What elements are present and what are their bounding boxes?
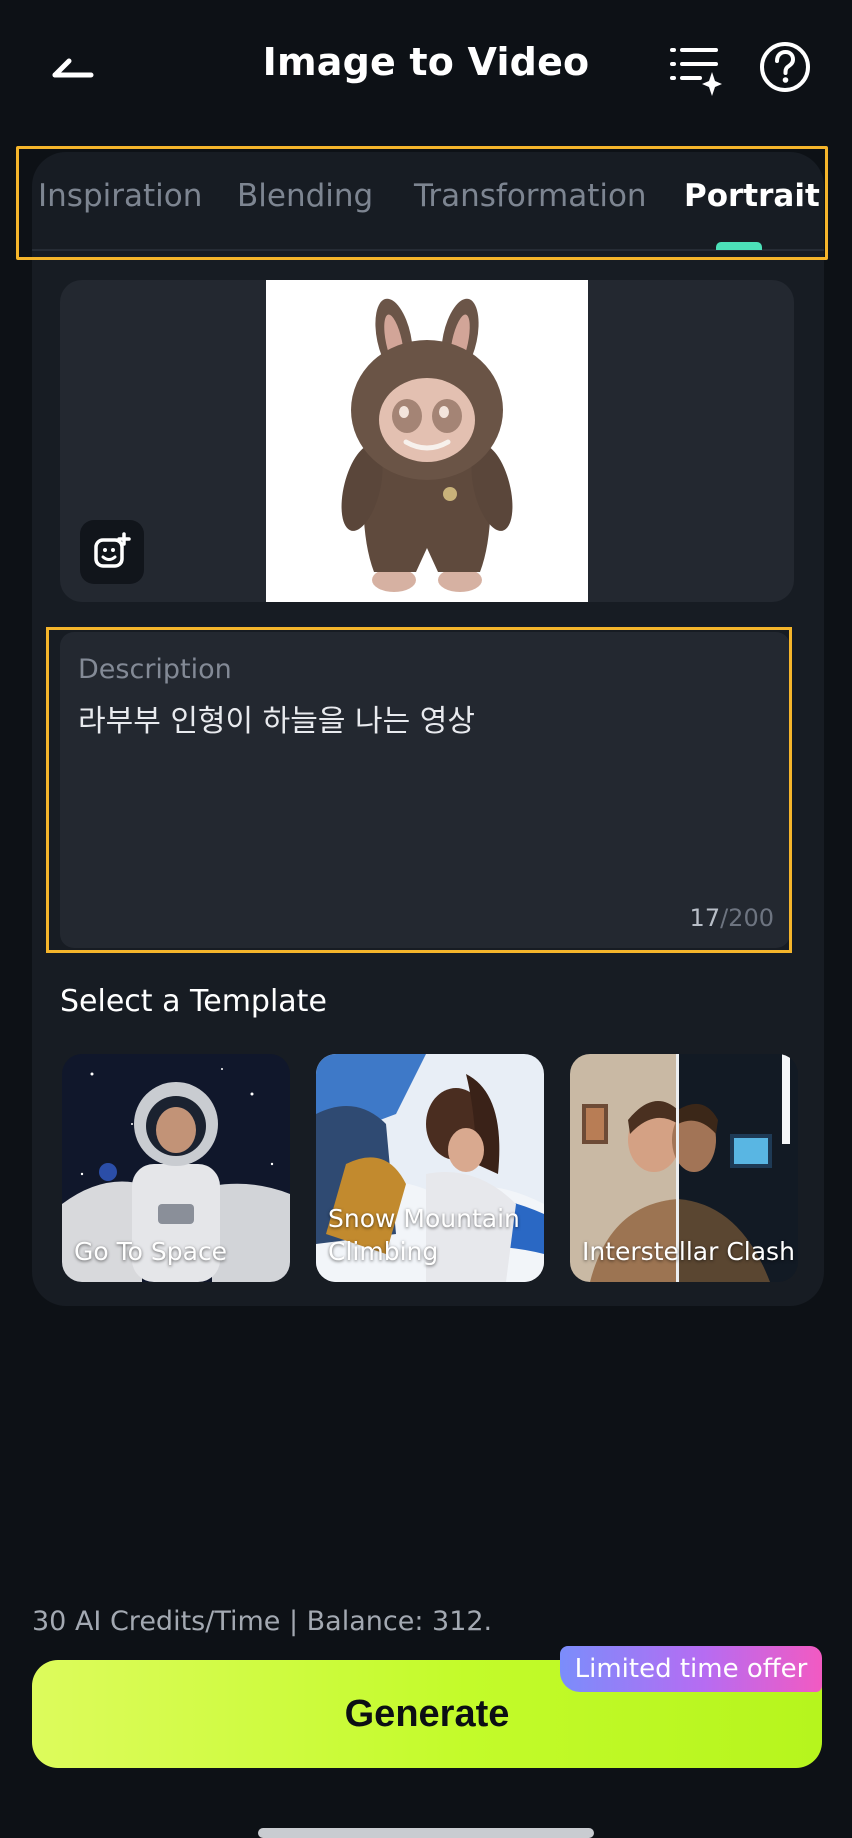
- template-interstellar-clash[interactable]: Interstellar Clash: [570, 1054, 798, 1282]
- list-sparkle-icon: [670, 48, 722, 96]
- add-image-button[interactable]: [80, 520, 144, 584]
- help-icon: [760, 42, 810, 92]
- uploaded-image: [266, 280, 588, 602]
- limited-offer-badge: Limited time offer: [560, 1646, 822, 1692]
- help-button[interactable]: [756, 38, 814, 96]
- template-snow-mountain-climbing[interactable]: Snow Mountain Climbing: [316, 1054, 544, 1282]
- template-label: Interstellar Clash: [582, 1236, 795, 1266]
- template-label: Snow Mountain Climbing: [328, 1204, 520, 1266]
- add-image-icon: [94, 532, 131, 568]
- credits-info: 30 AI Credits/Time | Balance: 312.: [32, 1606, 493, 1637]
- page-title: Image to Video: [262, 40, 590, 84]
- task-list-button[interactable]: [664, 40, 724, 96]
- plush-toy-image: [266, 280, 588, 602]
- description-highlight-box: [46, 627, 792, 953]
- template-label: Go To Space: [74, 1236, 228, 1266]
- tabs-highlight-box: [16, 146, 828, 260]
- home-indicator: [258, 1828, 594, 1838]
- template-section-title: Select a Template: [60, 984, 327, 1019]
- template-go-to-space[interactable]: Go To Space: [62, 1054, 290, 1282]
